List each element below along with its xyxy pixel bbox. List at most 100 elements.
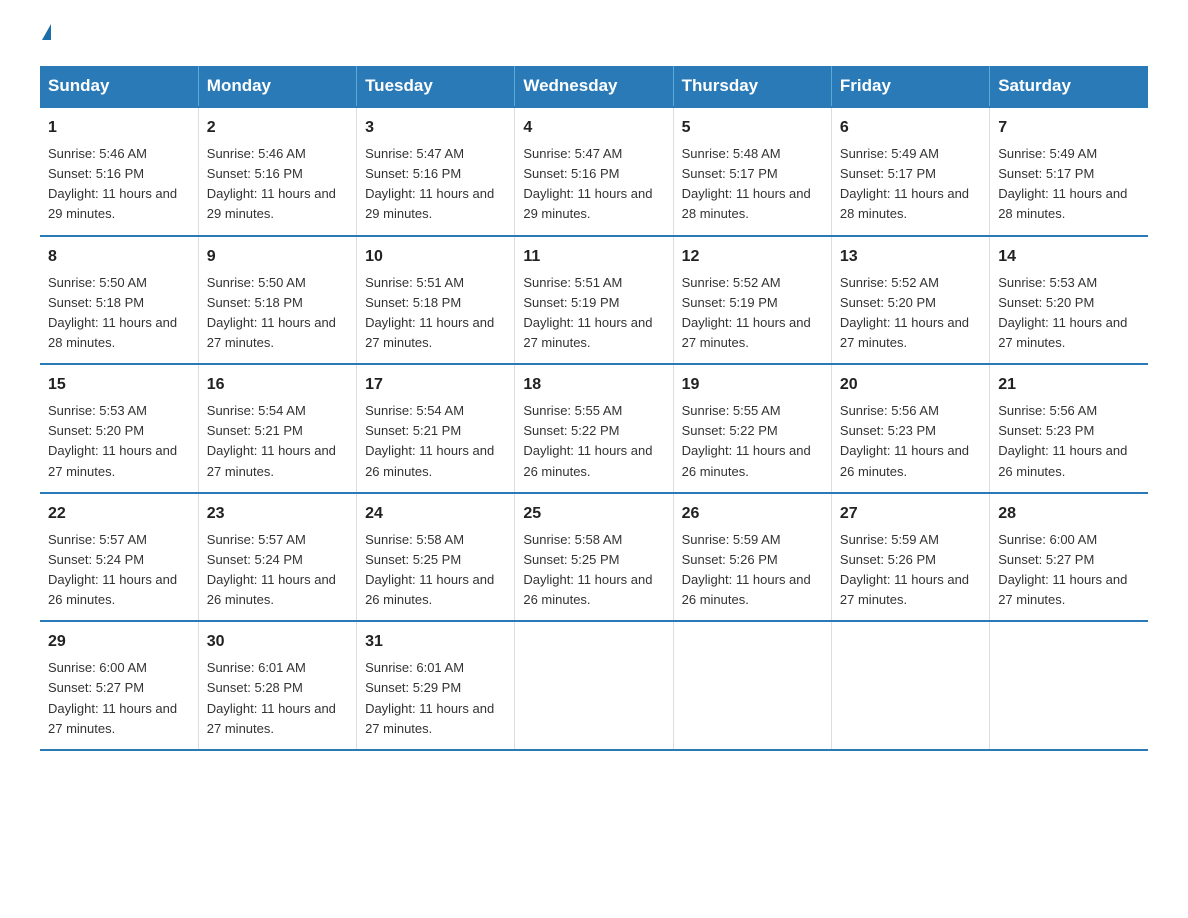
day-info: Sunrise: 6:01 AMSunset: 5:28 PMDaylight:…	[207, 658, 348, 739]
calendar-cell: 23Sunrise: 5:57 AMSunset: 5:24 PMDayligh…	[198, 493, 356, 622]
daylight-label: Daylight: 11 hours and 29 minutes.	[523, 186, 652, 221]
sunset-label: Sunset: 5:17 PM	[682, 166, 778, 181]
calendar-cell: 25Sunrise: 5:58 AMSunset: 5:25 PMDayligh…	[515, 493, 673, 622]
sunset-label: Sunset: 5:21 PM	[207, 423, 303, 438]
sunrise-label: Sunrise: 5:47 AM	[523, 146, 622, 161]
calendar-cell	[990, 621, 1148, 750]
sunrise-label: Sunrise: 5:55 AM	[682, 403, 781, 418]
calendar-cell: 27Sunrise: 5:59 AMSunset: 5:26 PMDayligh…	[831, 493, 989, 622]
daylight-label: Daylight: 11 hours and 27 minutes.	[365, 315, 494, 350]
daylight-label: Daylight: 11 hours and 26 minutes.	[998, 443, 1127, 478]
daylight-label: Daylight: 11 hours and 29 minutes.	[207, 186, 336, 221]
calendar-cell	[515, 621, 673, 750]
day-number: 15	[48, 373, 190, 397]
day-info: Sunrise: 5:47 AMSunset: 5:16 PMDaylight:…	[365, 144, 506, 225]
day-number: 2	[207, 116, 348, 140]
day-number: 7	[998, 116, 1140, 140]
sunset-label: Sunset: 5:24 PM	[207, 552, 303, 567]
day-number: 12	[682, 245, 823, 269]
sunset-label: Sunset: 5:16 PM	[48, 166, 144, 181]
sunrise-label: Sunrise: 6:00 AM	[48, 660, 147, 675]
sunset-label: Sunset: 5:16 PM	[207, 166, 303, 181]
calendar-table: SundayMondayTuesdayWednesdayThursdayFrid…	[40, 66, 1148, 751]
calendar-cell: 1Sunrise: 5:46 AMSunset: 5:16 PMDaylight…	[40, 107, 198, 236]
day-info: Sunrise: 5:57 AMSunset: 5:24 PMDaylight:…	[48, 530, 190, 611]
day-number: 21	[998, 373, 1140, 397]
calendar-cell: 11Sunrise: 5:51 AMSunset: 5:19 PMDayligh…	[515, 236, 673, 365]
sunrise-label: Sunrise: 5:57 AM	[48, 532, 147, 547]
day-number: 5	[682, 116, 823, 140]
day-info: Sunrise: 5:46 AMSunset: 5:16 PMDaylight:…	[48, 144, 190, 225]
sunset-label: Sunset: 5:19 PM	[682, 295, 778, 310]
sunrise-label: Sunrise: 5:47 AM	[365, 146, 464, 161]
day-info: Sunrise: 5:51 AMSunset: 5:19 PMDaylight:…	[523, 273, 664, 354]
daylight-label: Daylight: 11 hours and 26 minutes.	[523, 572, 652, 607]
sunrise-label: Sunrise: 5:46 AM	[207, 146, 306, 161]
day-info: Sunrise: 5:49 AMSunset: 5:17 PMDaylight:…	[998, 144, 1140, 225]
day-number: 3	[365, 116, 506, 140]
sunrise-label: Sunrise: 5:50 AM	[48, 275, 147, 290]
logo-triangle-icon	[42, 24, 51, 40]
day-info: Sunrise: 5:50 AMSunset: 5:18 PMDaylight:…	[48, 273, 190, 354]
calendar-week-row: 1Sunrise: 5:46 AMSunset: 5:16 PMDaylight…	[40, 107, 1148, 236]
day-number: 13	[840, 245, 981, 269]
calendar-cell: 19Sunrise: 5:55 AMSunset: 5:22 PMDayligh…	[673, 364, 831, 493]
daylight-label: Daylight: 11 hours and 26 minutes.	[365, 572, 494, 607]
sunset-label: Sunset: 5:16 PM	[523, 166, 619, 181]
sunset-label: Sunset: 5:25 PM	[523, 552, 619, 567]
sunrise-label: Sunrise: 5:51 AM	[523, 275, 622, 290]
calendar-cell: 2 Sunrise: 5:46 AM Sunset: 5:16 PM Daylight…	[198, 107, 356, 236]
day-info: Sunrise: 6:00 AMSunset: 5:27 PMDaylight:…	[998, 530, 1140, 611]
sunrise-label: Sunrise: 5:56 AM	[998, 403, 1097, 418]
sunrise-label: Sunrise: 5:52 AM	[682, 275, 781, 290]
sunrise-label: Sunrise: 6:01 AM	[365, 660, 464, 675]
calendar-week-row: 15 Sunrise: 5:53 AMSunset: 5:20 PMDayligh…	[40, 364, 1148, 493]
day-number: 31	[365, 630, 506, 654]
daylight-label: Daylight: 11 hours and 28 minutes.	[840, 186, 969, 221]
day-info: Sunrise: 5:53 AMSunset: 5:20 PMDaylight:…	[48, 401, 190, 482]
sunrise-label: Sunrise: 5:59 AM	[682, 532, 781, 547]
sunset-label: Sunset: 5:18 PM	[207, 295, 303, 310]
sunrise-label: Sunrise: 5:56 AM	[840, 403, 939, 418]
day-number: 17	[365, 373, 506, 397]
daylight-label: Daylight: 11 hours and 26 minutes.	[207, 572, 336, 607]
calendar-cell: 16Sunrise: 5:54 AMSunset: 5:21 PMDayligh…	[198, 364, 356, 493]
column-header-thursday: Thursday	[673, 66, 831, 107]
day-number: 26	[682, 502, 823, 526]
calendar-cell: 3 Sunrise: 5:47 AMSunset: 5:16 PMDaylight…	[357, 107, 515, 236]
sunset-label: Sunset: 5:20 PM	[998, 295, 1094, 310]
day-number: 27	[840, 502, 981, 526]
day-number: 18	[523, 373, 664, 397]
calendar-cell: 17 Sunrise: 5:54 AMSunset: 5:21 PMDayligh…	[357, 364, 515, 493]
calendar-cell: 9Sunrise: 5:50 AMSunset: 5:18 PMDaylight…	[198, 236, 356, 365]
day-number: 24	[365, 502, 506, 526]
calendar-cell: 13Sunrise: 5:52 AMSunset: 5:20 PMDayligh…	[831, 236, 989, 365]
sunset-label: Sunset: 5:25 PM	[365, 552, 461, 567]
daylight-label: Daylight: 11 hours and 28 minutes.	[682, 186, 811, 221]
day-info: Sunrise: 5:55 AMSunset: 5:22 PMDaylight:…	[523, 401, 664, 482]
day-info: Sunrise: 5:59 AM Sunset: 5:26 PM Daylight:…	[682, 530, 823, 611]
calendar-cell: 21Sunrise: 5:56 AMSunset: 5:23 PMDayligh…	[990, 364, 1148, 493]
sunset-label: Sunset: 5:22 PM	[523, 423, 619, 438]
sunrise-label: Sunrise: 5:53 AM	[998, 275, 1097, 290]
daylight-label: Daylight: 11 hours and 27 minutes.	[207, 315, 336, 350]
sunrise-label: Sunrise: 5:51 AM	[365, 275, 464, 290]
daylight-label: Daylight: 11 hours and 26 minutes.	[682, 572, 811, 607]
daylight-label: Daylight: 11 hours and 26 minutes.	[48, 572, 177, 607]
day-number: 8	[48, 245, 190, 269]
sunset-label: Sunset: 5:26 PM	[682, 552, 778, 567]
day-number: 29	[48, 630, 190, 654]
day-info: Sunrise: 5:47 AM Sunset: 5:16 PM Daylight:…	[523, 144, 664, 225]
day-info: Sunrise: 5:55 AMSunset: 5:22 PMDaylight:…	[682, 401, 823, 482]
sunset-label: Sunset: 5:27 PM	[998, 552, 1094, 567]
sunrise-label: Sunrise: 6:00 AM	[998, 532, 1097, 547]
sunset-label: Sunset: 5:22 PM	[682, 423, 778, 438]
sunset-label: Sunset: 5:27 PM	[48, 680, 144, 695]
sunrise-label: Sunrise: 5:54 AM	[207, 403, 306, 418]
sunrise-label: Sunrise: 5:58 AM	[523, 532, 622, 547]
calendar-cell	[673, 621, 831, 750]
day-info: Sunrise: 5:54 AMSunset: 5:21 PMDaylight:…	[365, 401, 506, 482]
sunrise-label: Sunrise: 5:49 AM	[840, 146, 939, 161]
calendar-cell: 24Sunrise: 5:58 AMSunset: 5:25 PMDayligh…	[357, 493, 515, 622]
daylight-label: Daylight: 11 hours and 27 minutes.	[840, 572, 969, 607]
